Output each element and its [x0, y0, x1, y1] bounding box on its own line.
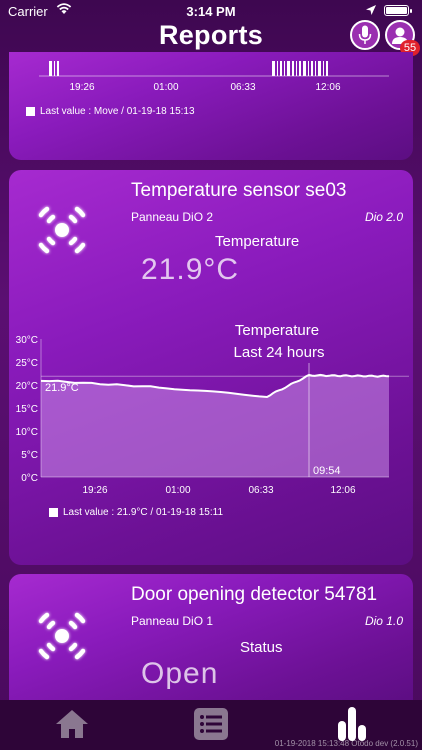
x-tick-label: 12:06	[330, 485, 355, 496]
motion-event-bar	[49, 61, 52, 76]
temperature-area	[41, 374, 389, 477]
temperature-legend: Last value : 21.9°C / 01-19-18 15:11	[49, 507, 223, 518]
door-detector-label: Status	[240, 639, 283, 656]
move-x-tick: 01:00	[153, 82, 178, 93]
y-tick-label: 10°C	[16, 427, 38, 438]
legend-swatch	[49, 508, 58, 517]
chart-point-label: 21.9°C	[45, 382, 79, 394]
door-detector-title: Door opening detector 54781	[131, 584, 378, 605]
door-detector-version: Dio 1.0	[364, 614, 403, 628]
tab-bar: 01-19-2018 15:13:48 Otodo dev (2.0.51)	[0, 700, 422, 750]
y-tick-label: 25°C	[16, 358, 38, 369]
move-x-tick: 19:26	[69, 82, 94, 93]
motion-event-bar	[323, 61, 324, 76]
microphone-icon	[358, 25, 372, 44]
door-detector-report-card[interactable]: Door opening detector 54781 Panneau DiO …	[9, 574, 413, 704]
x-tick-label: 19:26	[82, 485, 107, 496]
clock: 3:14 PM	[186, 4, 236, 19]
sensor-signal-icon	[38, 612, 86, 660]
door-detector-panel: Panneau DiO 1	[131, 614, 214, 628]
chart-subtitle: Last 24 hours	[234, 344, 325, 361]
motion-event-bar	[318, 61, 321, 76]
temperature-sensor-panel: Panneau DiO 2	[131, 210, 214, 224]
move-x-tick: 06:33	[230, 82, 255, 93]
y-tick-label: 0°C	[21, 473, 38, 484]
motion-event-bar	[292, 61, 294, 76]
motion-event-bar	[277, 61, 278, 76]
motion-event-bar	[303, 61, 306, 76]
x-tick-label: 06:33	[248, 485, 273, 496]
tab-devices-list[interactable]	[191, 706, 231, 742]
tab-reports[interactable]	[332, 706, 372, 742]
motion-event-bar	[272, 61, 275, 76]
temperature-sensor-label: Temperature	[215, 233, 300, 250]
temperature-legend-label: Last value : 21.9°C / 01-19-18 15:11	[63, 507, 224, 518]
motion-event-bar	[326, 61, 328, 76]
y-tick-label: 5°C	[21, 450, 38, 461]
temperature-chart: 0°C 5°C 10°C 15°C 20°C 25°C 30°C Temperature L…	[16, 323, 409, 496]
x-tick-label: 01:00	[165, 485, 190, 496]
location-arrow-icon	[366, 5, 376, 15]
motion-event-bar	[54, 61, 55, 76]
motion-event-bar	[315, 61, 316, 76]
status-bar: Carrier 3:14 PM	[0, 0, 422, 22]
bar-chart-icon	[338, 707, 366, 741]
motion-event-bar	[57, 61, 59, 76]
y-tick-label: 30°C	[16, 335, 38, 346]
temperature-value: 21.9°C	[141, 253, 240, 286]
motion-event-bar	[284, 61, 285, 76]
door-status-value: Open	[141, 657, 219, 690]
motion-event-bar	[287, 61, 290, 76]
temperature-sensor-version: Dio 2.0	[364, 210, 403, 224]
motion-event-bar	[296, 61, 297, 76]
move-legend: Last value : Move / 01-19-18 15:13	[26, 106, 195, 117]
move-x-tick: 12:06	[315, 82, 340, 93]
home-icon	[56, 710, 88, 738]
y-tick-label: 20°C	[16, 381, 38, 392]
list-icon	[194, 708, 228, 740]
chart-title: Temperature	[235, 323, 319, 339]
battery-icon	[384, 5, 412, 16]
motion-event-bar	[308, 61, 309, 76]
temperature-report-card[interactable]: Temperature sensor se03 Panneau DiO 2 Di…	[9, 170, 413, 565]
motion-event-bar	[299, 61, 301, 76]
build-info: 01-19-2018 15:13:48 Otodo dev (2.0.51)	[274, 739, 418, 748]
motion-event-bar	[280, 61, 282, 76]
move-legend-label: Last value : Move / 01-19-18 15:13	[40, 106, 195, 117]
motion-event-bar	[311, 61, 313, 76]
chart-cursor-label: 09:54	[313, 465, 341, 477]
y-tick-label: 15°C	[16, 404, 38, 415]
tab-home[interactable]	[52, 706, 92, 742]
motion-report-card[interactable]: 19:26 01:00 06:33 12:06 Last value : Mov…	[9, 52, 413, 160]
legend-swatch	[26, 107, 35, 116]
microphone-button[interactable]	[350, 20, 380, 50]
temperature-sensor-title: Temperature sensor se03	[131, 180, 347, 201]
sensor-signal-icon	[38, 206, 86, 254]
